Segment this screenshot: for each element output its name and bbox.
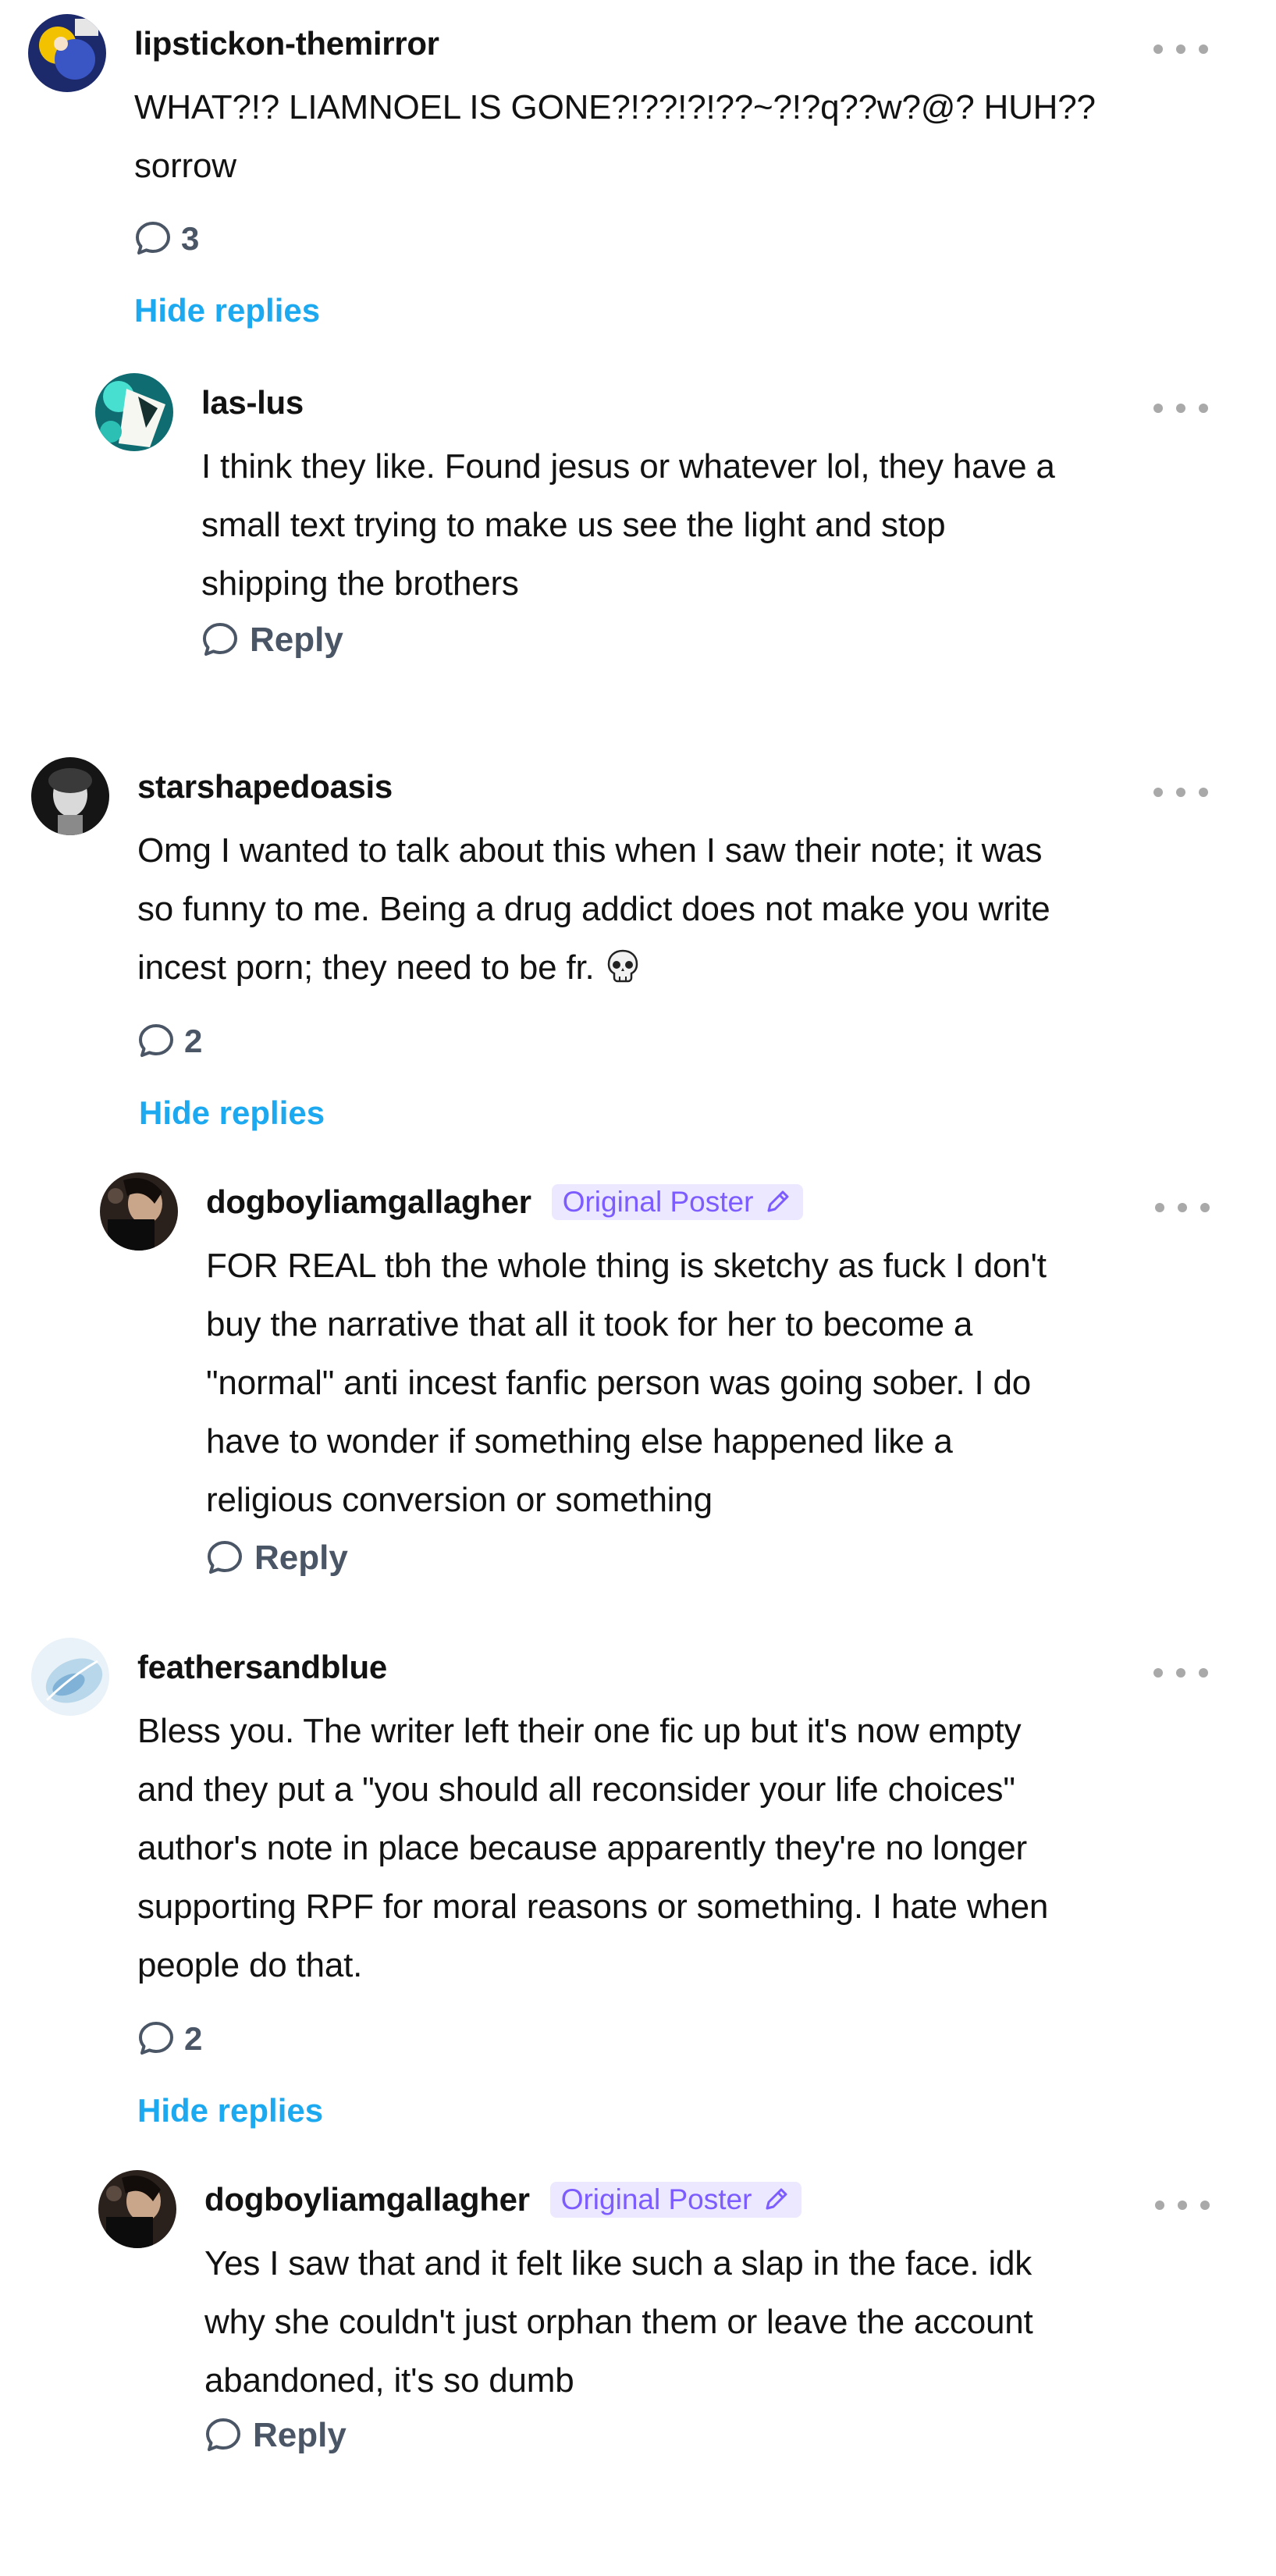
username[interactable]: las-lus	[201, 384, 304, 422]
comment-header: dogboyliamgallagher Original Poster	[204, 2176, 802, 2223]
user-avatar[interactable]	[31, 1638, 109, 1716]
more-options-icon[interactable]	[1155, 1196, 1210, 1219]
user-avatar[interactable]	[98, 2170, 176, 2248]
badge-label: Original Poster	[560, 2183, 752, 2215]
more-options-icon[interactable]	[1155, 2194, 1210, 2217]
reply-button[interactable]: Reply	[200, 617, 343, 664]
comment-text: FOR REAL tbh the whole thing is sketchy …	[206, 1247, 1047, 1519]
speech-bubble-icon	[203, 623, 237, 656]
user-avatar[interactable]	[31, 757, 109, 835]
speech-bubble-icon	[206, 2418, 240, 2451]
comment: starshapedoasis Omg I wanted to talk abo…	[31, 757, 1246, 1147]
original-poster-badge: Original Poster	[551, 1184, 804, 1220]
comment-text: Omg I wanted to talk about this when I s…	[137, 821, 1050, 997]
reply-label: Reply	[250, 621, 343, 659]
reply-button[interactable]: Reply	[203, 2412, 347, 2459]
comment-thread: lipstickon-themirror WHAT?!? LIAMNOEL IS…	[0, 0, 1276, 2576]
reply-label: Reply	[254, 1539, 348, 1577]
reply-count: 3	[181, 220, 200, 257]
comment: lipstickon-themirror WHAT?!? LIAMNOEL IS…	[28, 14, 1246, 342]
username[interactable]: lipstickon-themirror	[134, 25, 439, 62]
comment-header: feathersandblue	[137, 1644, 387, 1691]
reply-button[interactable]: Reply	[204, 1535, 348, 1582]
comment-text: Yes I saw that and it felt like such a s…	[204, 2244, 1033, 2400]
more-options-icon[interactable]	[1153, 1661, 1208, 1685]
hide-replies-link[interactable]: Hide replies	[137, 2092, 323, 2129]
more-options-icon[interactable]	[1153, 781, 1208, 804]
speech-bubble-icon	[139, 2022, 173, 2055]
comment-text: Bless you. The writer left their one fic…	[137, 1712, 1049, 1984]
original-poster-badge: Original Poster	[549, 2182, 802, 2218]
username[interactable]: starshapedoasis	[137, 768, 393, 806]
user-avatar[interactable]	[28, 14, 106, 92]
pencil-icon	[766, 2188, 787, 2210]
replies-count[interactable]: 3	[133, 215, 199, 262]
comment-text: WHAT?!? LIAMNOEL IS GONE?!??!?!??~?!?q??…	[134, 88, 1096, 185]
pencil-icon	[767, 1190, 789, 1212]
user-avatar[interactable]	[100, 1172, 178, 1251]
user-avatar[interactable]	[95, 373, 173, 451]
more-options-icon[interactable]	[1153, 397, 1208, 420]
reply-label: Reply	[253, 2416, 347, 2454]
comment-header: dogboyliamgallagher Original Poster	[206, 1179, 804, 1226]
comment-header: lipstickon-themirror	[134, 20, 439, 67]
comment-header: starshapedoasis	[137, 763, 393, 810]
comment-text: I think they like. Found jesus or whatev…	[201, 447, 1055, 603]
speech-bubble-icon	[136, 222, 170, 254]
reply: dogboyliamgallagher Original Poster FOR …	[100, 1172, 1250, 1610]
speech-bubble-icon	[208, 1541, 242, 1574]
replies-count[interactable]: 2	[136, 1018, 202, 1065]
hide-replies-link[interactable]: Hide replies	[134, 292, 320, 329]
comment-text-body: Omg I wanted to talk about this when I s…	[137, 831, 1050, 987]
username[interactable]: dogboyliamgallagher	[206, 1183, 531, 1221]
badge-label: Original Poster	[562, 1186, 754, 1218]
reply-count: 2	[184, 2020, 203, 2057]
reply: dogboyliamgallagher Original Poster Yes …	[98, 2170, 1250, 2482]
speech-bubble-icon	[139, 1024, 173, 1057]
skull-emoji-icon	[607, 949, 638, 983]
username[interactable]: dogboyliamgallagher	[204, 2181, 530, 2218]
reply: las-lus I think they like. Found jesus o…	[95, 373, 1250, 685]
comment-header: las-lus	[201, 379, 304, 426]
hide-replies-link[interactable]: Hide replies	[139, 1094, 325, 1132]
username[interactable]: feathersandblue	[137, 1649, 387, 1686]
reply-count: 2	[184, 1023, 203, 1059]
comment: feathersandblue Bless you. The writer le…	[31, 1638, 1246, 2137]
replies-count[interactable]: 2	[136, 2016, 202, 2062]
more-options-icon[interactable]	[1153, 37, 1208, 61]
